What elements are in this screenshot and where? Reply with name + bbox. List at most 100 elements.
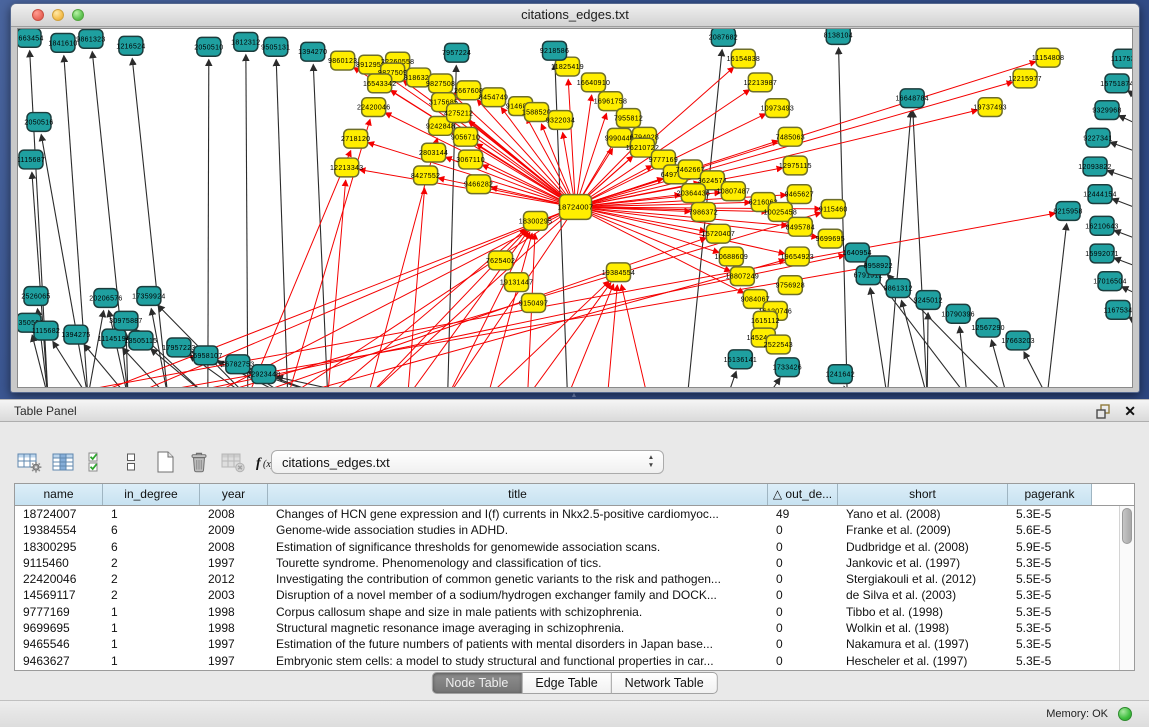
table-cell[interactable]: 18300295 (15, 539, 103, 555)
scrollbar-thumb[interactable] (1122, 508, 1132, 544)
graph-edge[interactable] (1122, 287, 1132, 295)
graph-node[interactable]: 12093822 (1078, 157, 1111, 176)
graph-node[interactable]: 1733426 (773, 358, 802, 377)
graph-edge[interactable] (621, 285, 647, 387)
graph-node[interactable]: 9329968 (1092, 101, 1121, 120)
memory-status-dot[interactable] (1118, 707, 1132, 721)
graph-node[interactable]: 17359924 (132, 287, 165, 306)
graph-node[interactable]: 9115460 (819, 200, 848, 219)
graph-edge[interactable] (276, 60, 288, 387)
table-cell[interactable]: Yano et al. (2008) (838, 506, 1008, 522)
table-row[interactable]: 946362711997Embryonic stem cells: a mode… (15, 653, 1119, 669)
table-row[interactable]: 1872400712008Changes of HCN gene express… (15, 506, 1119, 522)
table-row[interactable]: 1830029562008Estimation of significance … (15, 539, 1119, 555)
table-cell[interactable]: 0 (768, 539, 838, 555)
table-cell[interactable]: Corpus callosum shape and size in male p… (268, 604, 768, 620)
graph-node[interactable]: 20206576 (89, 289, 122, 308)
graph-edge[interactable] (1107, 171, 1132, 182)
tab-edge-table[interactable]: Edge Table (522, 672, 611, 694)
graph-node[interactable]: 10807487 (717, 182, 750, 201)
graph-node[interactable]: 22420046 (357, 98, 390, 117)
graph-node[interactable]: 8215958 (1053, 202, 1082, 221)
graph-node[interactable]: 7955812 (614, 109, 643, 128)
graph-node[interactable]: 30975887 (109, 311, 142, 330)
graph-node[interactable]: 16543342 (363, 74, 396, 93)
graph-node[interactable]: 9861312 (884, 279, 913, 298)
graph-edge[interactable] (41, 135, 88, 387)
graph-node[interactable]: 1167534 (1104, 300, 1132, 319)
graph-node[interactable]: 7986372 (689, 203, 718, 222)
table-cell[interactable]: 5.3E-5 (1008, 653, 1092, 669)
table-cell[interactable]: 5.3E-5 (1008, 620, 1092, 636)
vertical-scrollbar[interactable] (1119, 506, 1134, 670)
graph-node[interactable]: 7485063 (776, 127, 805, 146)
table-cell[interactable]: Tibbo et al. (1998) (838, 604, 1008, 620)
graph-node[interactable]: 9466282 (464, 175, 493, 194)
graph-node[interactable]: 12215977 (1008, 69, 1041, 88)
graph-node[interactable]: 8454749 (479, 88, 508, 107)
table-cell[interactable]: 1997 (200, 555, 268, 571)
graph-node[interactable]: 4275212 (444, 104, 473, 123)
table-cell[interactable]: Estimation of the future numbers of pati… (268, 636, 768, 652)
table-cell[interactable]: 0 (768, 571, 838, 587)
table-cell[interactable]: Tourette syndrome. Phenomenology and cla… (268, 555, 768, 571)
table-cell[interactable]: Hescheler et al. (1997) (838, 653, 1008, 669)
graph-node[interactable]: 9150497 (519, 294, 548, 313)
new-document-icon[interactable] (150, 448, 180, 476)
graph-node[interactable]: 16958107 (189, 346, 222, 365)
table-cell[interactable]: 2012 (200, 571, 268, 587)
table-cell[interactable]: 2008 (200, 506, 268, 522)
table-cell[interactable]: 22420046 (15, 571, 103, 587)
graph-edge[interactable] (246, 55, 248, 387)
graph-edge[interactable] (1110, 142, 1132, 152)
table-cell[interactable]: Wolkin et al. (1998) (838, 620, 1008, 636)
graph-edge[interactable] (208, 60, 209, 387)
table-cell[interactable]: 5.3E-5 (1008, 636, 1092, 652)
table-cell[interactable]: Franke et al. (2009) (838, 522, 1008, 538)
table-row[interactable]: 977716911998Corpus callosum shape and si… (15, 604, 1119, 620)
graph-node[interactable]: 16961758 (594, 92, 627, 111)
table-cell[interactable]: 9115460 (15, 555, 103, 571)
graph-node[interactable]: 15720407 (702, 224, 735, 243)
graph-node[interactable]: 10790396 (941, 304, 974, 323)
table-cell[interactable]: 1998 (200, 604, 268, 620)
graph-node[interactable]: 2718120 (341, 129, 370, 148)
graph-node[interactable]: 12213987 (744, 73, 777, 92)
graph-node[interactable]: 12975115 (779, 156, 812, 175)
graph-node[interactable]: 9056710 (451, 127, 480, 146)
table-cell[interactable]: 1 (103, 506, 200, 522)
graph-node[interactable]: 9827508 (426, 74, 455, 93)
graph-node[interactable]: 9699695 (816, 229, 845, 248)
graph-edge[interactable] (1128, 91, 1132, 99)
column-header-pagerank[interactable]: pagerank (1008, 484, 1092, 505)
graph-edge[interactable] (913, 111, 927, 387)
table-cell[interactable]: Dudbridge et al. (2008) (838, 539, 1008, 555)
graph-node[interactable]: 9322034 (546, 111, 575, 130)
graph-node[interactable]: 7957224 (442, 43, 471, 62)
graph-node[interactable]: 8427552 (411, 166, 440, 185)
graph-node[interactable]: 10688609 (715, 247, 748, 266)
graph-edge[interactable] (1119, 116, 1132, 125)
graph-node[interactable]: 1117534 (1111, 49, 1132, 68)
graph-edge[interactable] (1114, 230, 1132, 239)
close-window-icon[interactable] (32, 9, 44, 21)
table-cell[interactable]: 9777169 (15, 604, 103, 620)
graph-edge[interactable] (607, 285, 617, 387)
table-gear-icon[interactable] (14, 448, 44, 476)
graph-node[interactable]: 1615112 (751, 311, 780, 330)
column-header-short[interactable]: short (838, 484, 1008, 505)
close-panel-icon[interactable]: ✕ (1124, 403, 1136, 419)
graph-edge[interactable] (992, 340, 1008, 387)
graph-node[interactable]: 1812312 (231, 32, 260, 51)
graph-node[interactable]: 19737493 (973, 98, 1006, 117)
graph-node[interactable]: 1115682 (32, 321, 60, 340)
table-cell[interactable]: 0 (768, 587, 838, 603)
table-cell[interactable]: 1997 (200, 653, 268, 669)
graph-node[interactable]: 2087682 (709, 29, 738, 46)
table-selector-dropdown[interactable]: citations_edges.txt ▲▼ (271, 450, 664, 474)
table-cell[interactable]: de Silva et al. (2003) (838, 587, 1008, 603)
graph-node[interactable]: 18300295 (519, 211, 552, 230)
table-cell[interactable]: 0 (768, 620, 838, 636)
table-cell[interactable]: 1 (103, 620, 200, 636)
graph-node[interactable]: 1394270 (298, 42, 327, 61)
